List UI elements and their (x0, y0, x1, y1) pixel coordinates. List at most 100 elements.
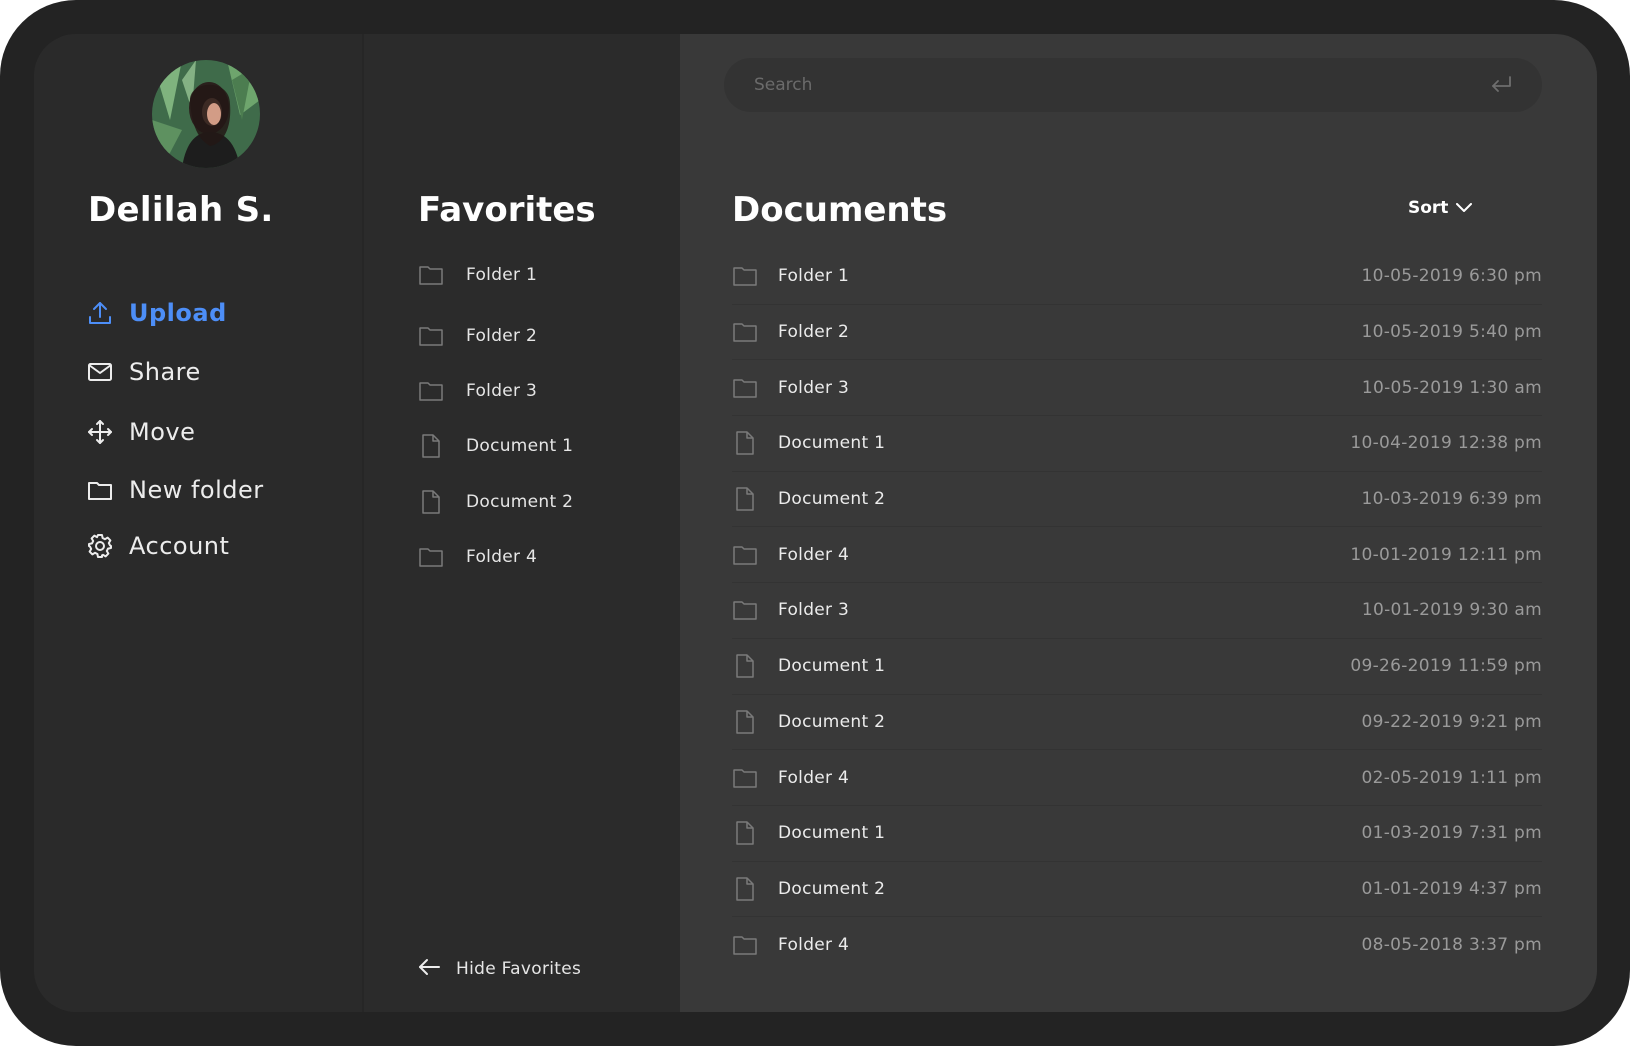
document-icon (732, 486, 758, 512)
table-row[interactable]: Document 1 01-03-2019 7:31 pm (732, 806, 1542, 862)
table-row[interactable]: Document 2 01-01-2019 4:37 pm (732, 862, 1542, 918)
favorite-label: Document 1 (466, 436, 574, 456)
document-icon (732, 653, 758, 679)
favorite-item[interactable]: Folder 4 (418, 542, 537, 572)
table-row[interactable]: Folder 3 10-05-2019 1:30 am (732, 360, 1542, 417)
row-name: Document 1 (778, 823, 886, 844)
device-frame: Delilah S. Upload Share Move New folder … (0, 0, 1630, 1046)
favorite-item[interactable]: Folder 3 (418, 376, 537, 406)
arrow-left-icon (418, 958, 440, 980)
table-row[interactable]: Document 2 10-03-2019 6:39 pm (732, 472, 1542, 528)
folder-icon (418, 544, 444, 570)
document-icon (732, 709, 758, 735)
nav-label: Account (129, 532, 230, 560)
row-name: Folder 1 (778, 266, 850, 287)
row-date: 10-05-2019 6:30 pm (1361, 266, 1542, 287)
row-name: Folder 4 (778, 935, 850, 956)
row-name: Document 1 (778, 433, 886, 454)
favorite-label: Document 2 (466, 492, 574, 512)
document-icon (418, 433, 444, 459)
row-name: Document 2 (778, 489, 886, 510)
row-name: Folder 3 (778, 377, 850, 398)
table-row[interactable]: Folder 4 02-05-2019 1:11 pm (732, 750, 1542, 806)
row-date: 08-05-2018 3:37 pm (1361, 935, 1542, 956)
row-date: 10-05-2019 5:40 pm (1361, 322, 1542, 343)
avatar[interactable] (152, 60, 260, 168)
upload-icon (86, 299, 114, 327)
hide-favorites-button[interactable]: Hide Favorites (418, 958, 581, 980)
row-name: Folder 4 (778, 767, 850, 788)
search-input[interactable] (754, 75, 1488, 95)
table-row[interactable]: Folder 4 10-01-2019 12:11 pm (732, 527, 1542, 584)
row-date: 10-04-2019 12:38 pm (1350, 433, 1542, 454)
hide-favorites-label: Hide Favorites (456, 959, 582, 979)
gear-icon (86, 532, 114, 560)
favorite-item[interactable]: Document 1 (418, 431, 573, 461)
favorites-title: Favorites (418, 190, 596, 230)
enter-icon[interactable] (1488, 72, 1514, 98)
row-name: Folder 4 (778, 544, 850, 565)
folder-icon (86, 476, 114, 504)
document-icon (418, 489, 444, 515)
table-row[interactable]: Folder 2 10-05-2019 5:40 pm (732, 305, 1542, 361)
documents-list: Folder 1 10-05-2019 6:30 pm Folder 2 10-… (732, 249, 1542, 973)
nav-label: New folder (129, 476, 264, 504)
sort-label: Sort (1408, 198, 1449, 218)
folder-icon (418, 262, 444, 288)
sort-dropdown[interactable]: Sort (1408, 198, 1474, 218)
folder-icon (732, 542, 758, 568)
table-row[interactable]: Folder 4 08-05-2018 3:37 pm (732, 917, 1542, 973)
nav-share-button[interactable]: Share (86, 352, 201, 392)
table-row[interactable]: Folder 1 10-05-2019 6:30 pm (732, 249, 1542, 305)
row-date: 09-22-2019 9:21 pm (1361, 711, 1542, 732)
documents-panel: Documents Sort Folder 1 10-05-2019 6:30 … (680, 34, 1597, 1012)
favorite-item[interactable]: Folder 1 (418, 260, 537, 290)
sidebar: Delilah S. Upload Share Move New folder … (34, 34, 362, 1012)
table-row[interactable]: Document 1 10-04-2019 12:38 pm (732, 416, 1542, 472)
folder-icon (418, 378, 444, 404)
row-date: 10-01-2019 9:30 am (1361, 600, 1542, 621)
table-row[interactable]: Folder 3 10-01-2019 9:30 am (732, 583, 1542, 639)
folder-icon (732, 597, 758, 623)
folder-icon (732, 765, 758, 791)
favorite-label: Folder 2 (466, 326, 538, 346)
folder-icon (732, 263, 758, 289)
nav-new-folder-button[interactable]: New folder (86, 470, 264, 510)
user-name: Delilah S. (88, 190, 274, 230)
row-name: Document 2 (778, 878, 886, 899)
favorite-item[interactable]: Folder 2 (418, 321, 537, 351)
nav-label: Move (129, 418, 196, 446)
documents-title: Documents (732, 190, 948, 230)
row-date: 01-01-2019 4:37 pm (1361, 878, 1542, 899)
app-screen: Delilah S. Upload Share Move New folder … (34, 34, 1597, 1012)
table-row[interactable]: Document 1 09-26-2019 11:59 pm (732, 639, 1542, 695)
folder-icon (732, 375, 758, 401)
table-row[interactable]: Document 2 09-22-2019 9:21 pm (732, 695, 1542, 751)
favorite-item[interactable]: Document 2 (418, 487, 573, 517)
avatar-photo (152, 60, 260, 168)
document-icon (732, 876, 758, 902)
row-date: 10-03-2019 6:39 pm (1361, 489, 1542, 510)
row-date: 10-05-2019 1:30 am (1361, 377, 1542, 398)
favorite-label: Folder 4 (466, 547, 538, 567)
row-name: Folder 2 (778, 322, 850, 343)
row-name: Document 1 (778, 656, 886, 677)
nav-account-button[interactable]: Account (86, 526, 229, 566)
search-bar (724, 58, 1542, 112)
row-date: 02-05-2019 1:11 pm (1361, 767, 1542, 788)
favorite-label: Folder 3 (466, 381, 538, 401)
mail-icon (86, 358, 114, 386)
folder-icon (732, 319, 758, 345)
document-icon (732, 820, 758, 846)
move-icon (86, 418, 114, 446)
row-name: Document 2 (778, 711, 886, 732)
nav-move-button[interactable]: Move (86, 412, 195, 452)
chevron-down-icon (1454, 198, 1474, 218)
folder-icon (418, 323, 444, 349)
row-date: 01-03-2019 7:31 pm (1361, 823, 1542, 844)
row-date: 09-26-2019 11:59 pm (1350, 656, 1542, 677)
folder-icon (732, 932, 758, 958)
nav-upload-button[interactable]: Upload (86, 293, 227, 333)
document-icon (732, 430, 758, 456)
nav-label: Share (129, 358, 201, 386)
